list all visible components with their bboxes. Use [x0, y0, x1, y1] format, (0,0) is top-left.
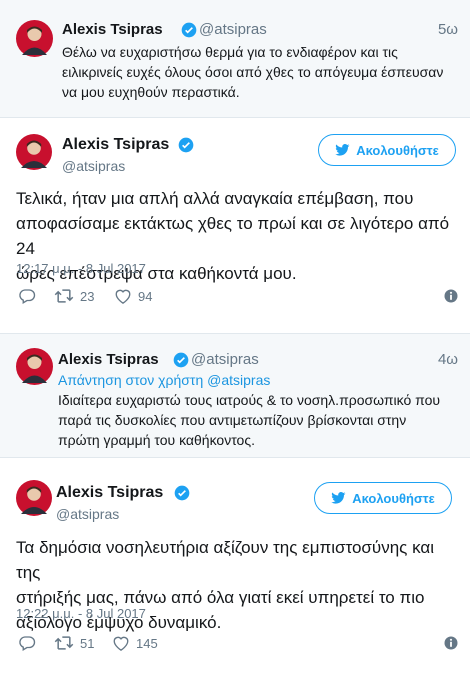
retweet-button[interactable]: 23 — [54, 288, 94, 304]
follow-button[interactable]: Ακολουθήστε — [314, 482, 452, 514]
reply-icon — [19, 289, 36, 304]
retweet-icon — [54, 636, 74, 650]
author-handle[interactable]: @atsipras — [191, 351, 259, 368]
author-name[interactable]: Alexis Tsipras — [62, 136, 169, 154]
info-icon — [444, 289, 458, 303]
tweet-text: Θέλω να ευχαριστήσω θερμά για το ενδιαφέ… — [62, 44, 444, 100]
tweet-date[interactable]: 12:17 μ.μ. - 8 Jul 2017 — [16, 261, 146, 276]
tweet-actions: 51 145 — [18, 635, 458, 653]
heart-icon — [115, 289, 131, 304]
bird-icon — [335, 144, 350, 156]
retweet-button[interactable]: 51 — [54, 635, 94, 651]
bird-icon — [331, 492, 346, 504]
parent-tweet[interactable]: Alexis Tsipras @atsipras 4ω Απάντηση στο… — [0, 334, 470, 458]
tweet-date[interactable]: 12:22 μ.μ. - 8 Jul 2017 — [16, 606, 146, 621]
tweet-time[interactable]: 4ω — [438, 351, 458, 368]
follow-label: Ακολουθήστε — [356, 142, 439, 158]
parent-tweet[interactable]: Alexis Tsipras @atsipras 5ω Θέλω να ευχα… — [0, 0, 470, 118]
like-button[interactable]: 145 — [112, 635, 158, 651]
reply-button[interactable] — [18, 288, 36, 304]
main-tweet: Alexis Tsipras @atsipras Ακολουθήστε Τα … — [0, 458, 470, 674]
info-button[interactable] — [444, 289, 458, 308]
author-name[interactable]: Alexis Tsipras — [58, 351, 159, 368]
like-count: 94 — [138, 288, 153, 304]
author-handle[interactable]: @atsipras — [199, 21, 267, 38]
author-name[interactable]: Alexis Tsipras — [62, 21, 163, 38]
info-button[interactable] — [444, 636, 458, 655]
verified-badge-icon — [178, 137, 194, 158]
verified-badge-icon — [173, 352, 189, 373]
info-icon — [444, 636, 458, 650]
like-count: 145 — [136, 635, 158, 651]
reply-to-link[interactable]: Απάντηση στον χρήστη @atsipras — [58, 372, 270, 388]
retweet-icon — [54, 289, 74, 303]
follow-label: Ακολουθήστε — [352, 490, 435, 506]
retweet-count: 23 — [80, 288, 95, 304]
like-button[interactable]: 94 — [114, 288, 152, 304]
author-name[interactable]: Alexis Tsipras — [56, 484, 163, 502]
verified-badge-icon — [181, 22, 197, 43]
retweet-count: 51 — [80, 635, 95, 651]
author-handle[interactable]: @atsipras — [62, 158, 125, 174]
follow-button[interactable]: Ακολουθήστε — [318, 134, 456, 166]
heart-icon — [113, 636, 129, 651]
author-handle[interactable]: @atsipras — [56, 506, 119, 522]
avatar[interactable] — [16, 348, 53, 385]
avatar[interactable] — [16, 134, 52, 170]
reply-button[interactable] — [18, 635, 36, 651]
reply-icon — [19, 636, 36, 651]
main-tweet: Alexis Tsipras @atsipras Ακολουθήστε Τελ… — [0, 118, 470, 334]
tweet-time[interactable]: 5ω — [438, 21, 458, 38]
avatar[interactable] — [16, 480, 52, 516]
tweet-text: Ιδιαίτερα ευχαριστώ τους ιατρούς & το νο… — [58, 392, 441, 448]
verified-badge-icon — [174, 485, 190, 506]
tweet-actions: 23 94 — [18, 288, 458, 306]
avatar[interactable] — [16, 20, 53, 57]
